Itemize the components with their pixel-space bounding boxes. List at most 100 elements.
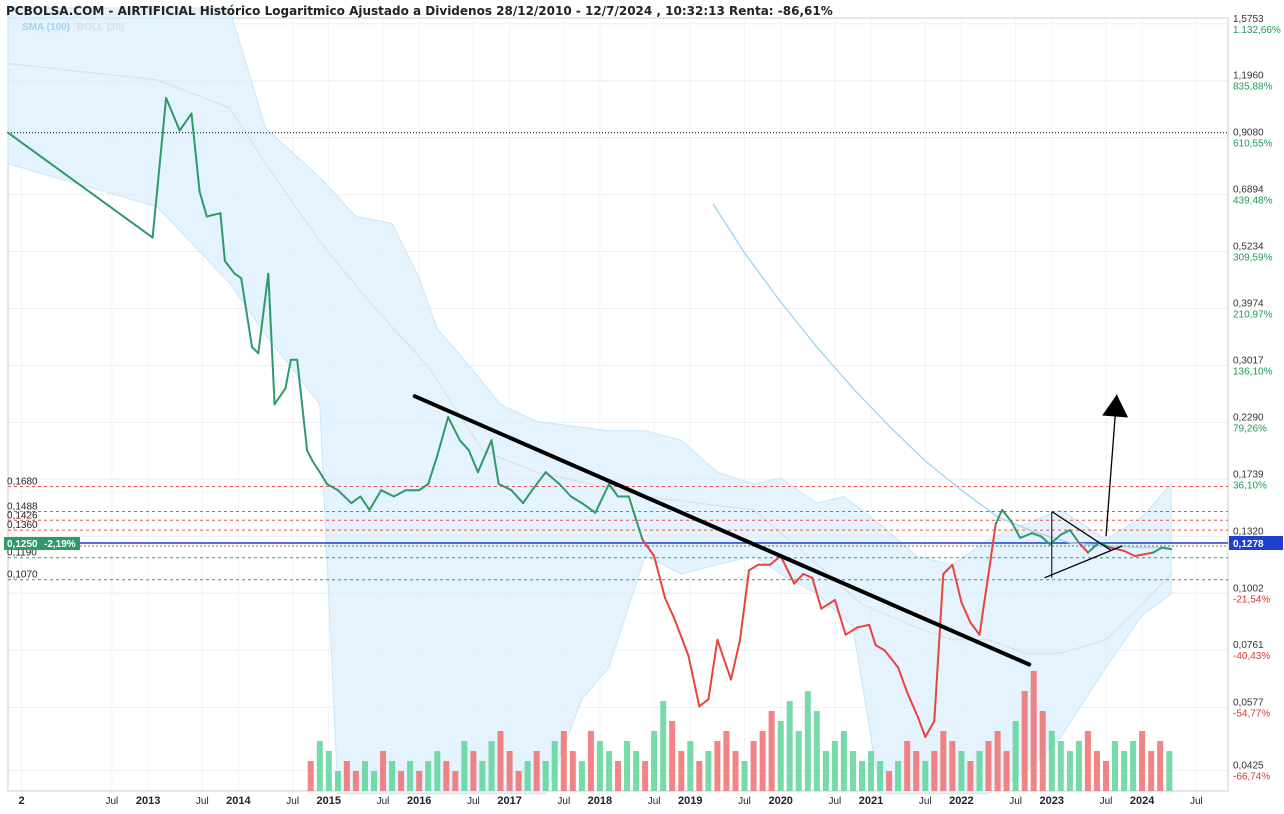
volume-bar xyxy=(777,721,784,791)
y-tick-label: 0,3974 xyxy=(1233,299,1264,310)
x-tick-year: 2015 xyxy=(317,795,341,807)
legend-boll[interactable]: BOLL (20) xyxy=(77,22,125,33)
y-tick-label: 1,1960 xyxy=(1233,71,1264,82)
current-change-label: -2,19% xyxy=(44,539,76,550)
volume-bar xyxy=(578,761,585,791)
y-axis: 1,57531.132,66% 1,1960835,88% 0,9080610,55… xyxy=(1229,14,1283,783)
volume-bar xyxy=(1030,671,1037,791)
volume-bar xyxy=(1003,751,1010,791)
y-tick-label: 0,1002 xyxy=(1233,583,1264,594)
y-tick-percent: 36,10% xyxy=(1233,480,1267,491)
volume-bar xyxy=(994,731,1001,791)
volume-bar xyxy=(768,711,775,791)
x-tick-month: Jul xyxy=(286,796,299,807)
volume-bar xyxy=(877,761,884,791)
volume-bar xyxy=(1084,731,1091,791)
price-segment xyxy=(730,638,741,681)
volume-bar xyxy=(497,731,504,791)
y-tick-label: 0,6894 xyxy=(1233,185,1264,196)
volume-bar xyxy=(506,751,513,791)
volume-bar xyxy=(868,751,874,791)
volume-bar xyxy=(316,741,323,791)
y-tick-label: 0,2290 xyxy=(1233,412,1264,423)
x-tick-month: Jul xyxy=(738,796,751,807)
volume-bar xyxy=(660,701,667,791)
y-tick-percent: -21,54% xyxy=(1233,594,1270,605)
volume-bar xyxy=(1039,711,1046,791)
x-tick-month: Jul xyxy=(106,796,119,807)
volume-bar xyxy=(886,771,893,791)
y-tick-label: 0,1739 xyxy=(1233,469,1264,480)
x-tick-month: Jul xyxy=(648,796,661,807)
volume-bar xyxy=(696,761,703,791)
x-tick-month: Jul xyxy=(377,796,390,807)
x-tick-year: 2021 xyxy=(859,795,883,807)
x-tick-month: Jul xyxy=(196,796,209,807)
volume-bar xyxy=(425,761,432,791)
price-chart[interactable]: 1,57531.132,66% 1,1960835,88% 0,9080610,55… xyxy=(0,0,1284,814)
volume-bar xyxy=(1048,731,1055,791)
volume-bar xyxy=(1139,731,1146,791)
volume-bar xyxy=(985,741,992,791)
x-tick-year: 2022 xyxy=(949,795,973,807)
volume-bar xyxy=(434,751,441,791)
volume-bar xyxy=(343,761,350,791)
x-tick-year: 2014 xyxy=(226,795,251,807)
x-tick-year: 2017 xyxy=(497,795,521,807)
level-label: 0,1360 xyxy=(7,520,38,531)
current-price-label: 0,1250 xyxy=(7,539,38,550)
price-segment xyxy=(306,449,314,462)
x-tick-month: Jul xyxy=(1190,796,1203,807)
volume-bar xyxy=(362,761,368,791)
volume-bar xyxy=(1103,761,1109,791)
price-segment xyxy=(698,698,710,708)
volume-bar xyxy=(542,761,549,791)
volume-bar xyxy=(804,691,811,791)
price-segment xyxy=(311,460,321,474)
y-tick-percent: 610,55% xyxy=(1233,139,1273,150)
volume-bar xyxy=(461,741,468,791)
y-tick-percent: 439,48% xyxy=(1233,196,1273,207)
volume-bar xyxy=(615,761,621,791)
legend-sma[interactable]: SMA (100) xyxy=(22,22,70,33)
x-tick-year: 2024 xyxy=(1130,795,1155,807)
volume-bar xyxy=(334,771,341,791)
volume-bar xyxy=(587,731,594,791)
volume-bar xyxy=(705,751,712,791)
volume-bar xyxy=(470,751,477,791)
volume-bar xyxy=(1012,721,1019,791)
volume-bar xyxy=(940,731,947,791)
volume-bar xyxy=(822,751,829,791)
y-tick-label: 0,3017 xyxy=(1233,355,1264,366)
volume-bar xyxy=(904,741,911,791)
x-axis: 2 Jul 2013 Jul 2014 Jul 2015 Jul 2016 Jul 2017 Jul 2… xyxy=(19,795,1203,807)
volume-bar xyxy=(850,751,856,791)
volume-bar xyxy=(569,751,576,791)
volume-bar xyxy=(949,741,956,791)
y-tick-percent: 309,59% xyxy=(1233,253,1273,264)
volume-bar xyxy=(723,731,730,791)
y-tick-label: 0,0577 xyxy=(1233,697,1264,708)
y-tick-label: 1,5753 xyxy=(1233,14,1264,25)
volume-bar xyxy=(976,751,983,791)
x-tick-month: Jul xyxy=(467,796,480,807)
volume-bar xyxy=(913,751,920,791)
volume-bar xyxy=(633,751,640,791)
volume-bar xyxy=(831,741,838,791)
x-tick-year: 2013 xyxy=(136,795,160,807)
price-segment xyxy=(707,638,719,701)
y-tick-percent: 835,88% xyxy=(1233,82,1273,93)
y-tick-percent: 136,10% xyxy=(1233,366,1273,377)
y-tick-label: 0,5234 xyxy=(1233,242,1264,253)
volume-bar xyxy=(678,751,685,791)
x-tick-year: 2018 xyxy=(588,795,612,807)
price-segment xyxy=(273,387,287,406)
volume-bar xyxy=(931,751,938,791)
left-price-labels: 0,16800,14880,14260,13600,11900,10700,12… xyxy=(4,477,80,581)
volume-bar xyxy=(1148,751,1155,791)
volume-bar xyxy=(922,761,929,791)
volume-bar xyxy=(714,741,721,791)
x-tick-year: 2016 xyxy=(407,795,431,807)
y-tick-percent: -40,43% xyxy=(1233,651,1270,662)
volume-bar xyxy=(380,751,386,791)
